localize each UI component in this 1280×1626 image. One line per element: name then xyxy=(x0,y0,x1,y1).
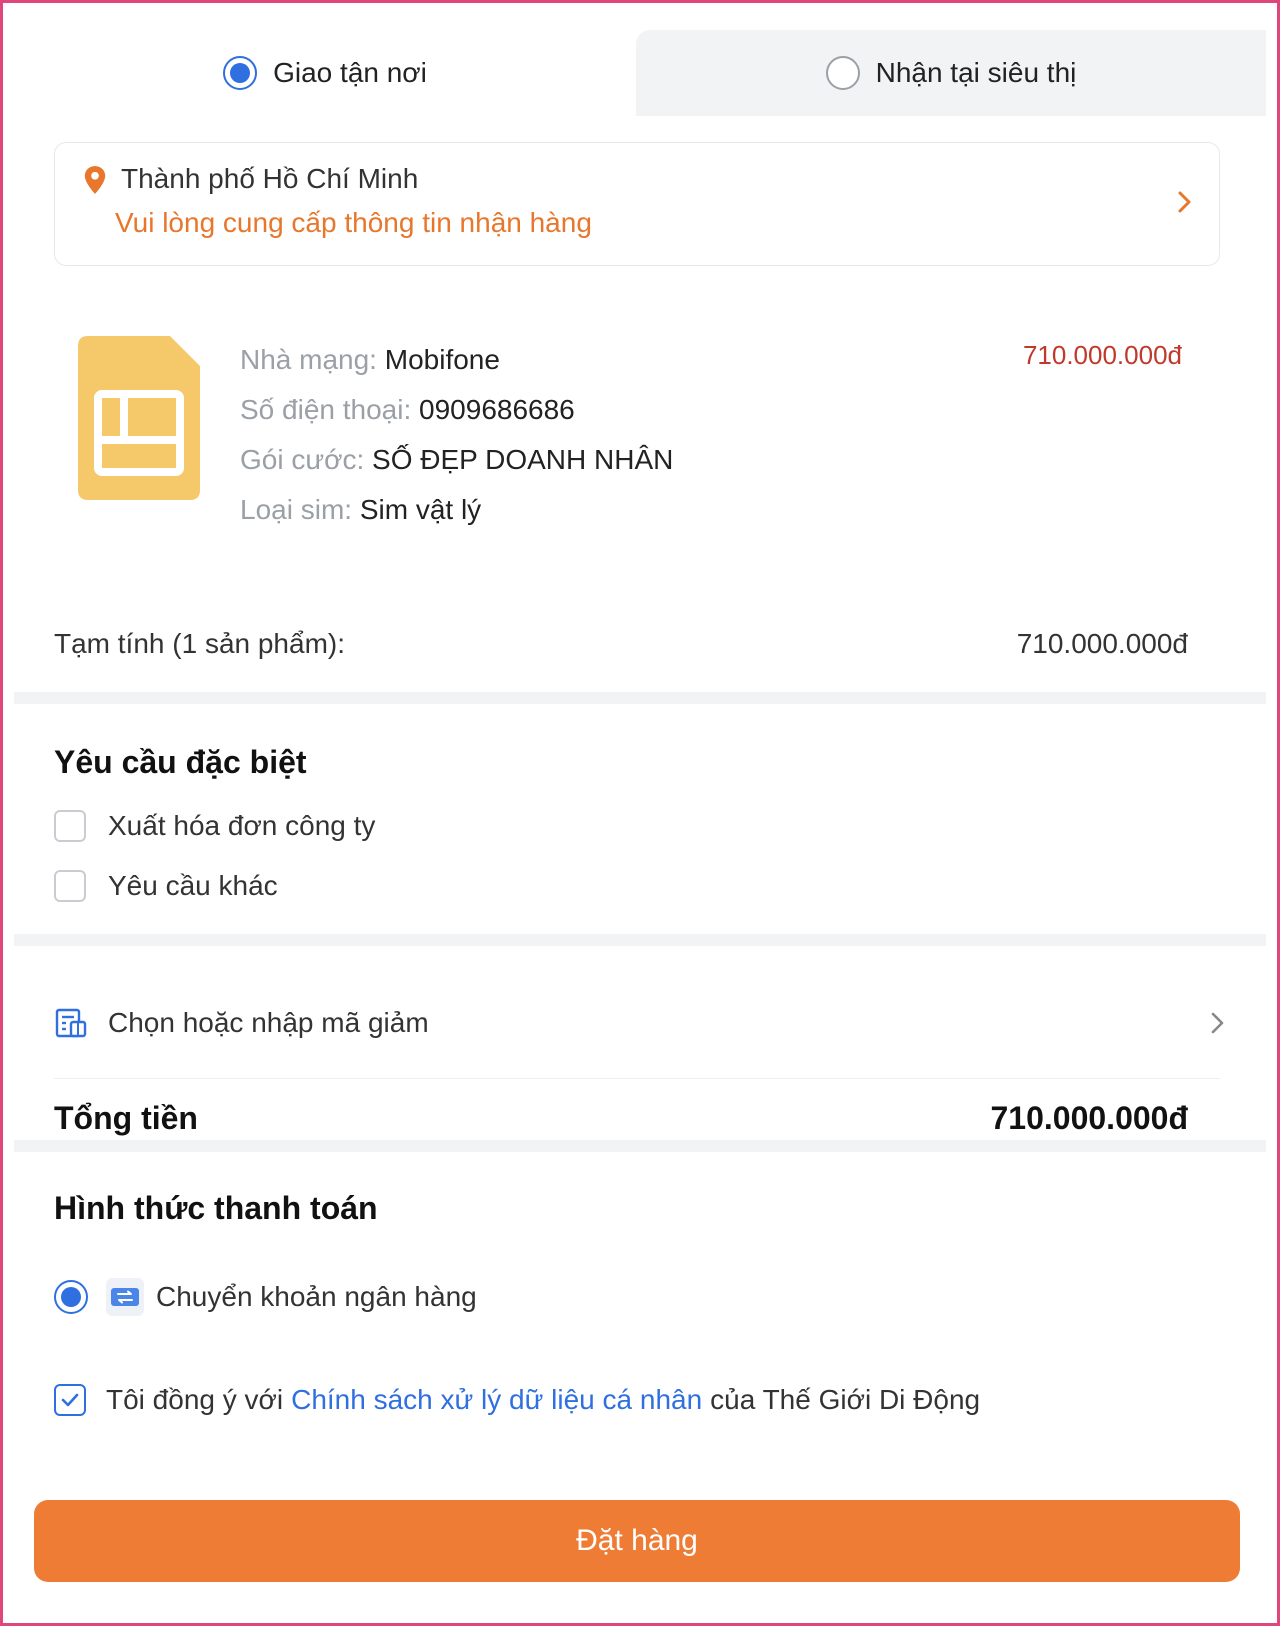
agreement-checkbox[interactable] xyxy=(54,1384,86,1416)
product-sim-type-label: Loại sim: xyxy=(240,494,353,525)
agreement-suffix: của Thế Giới Di Động xyxy=(710,1384,981,1415)
payment-title: Hình thức thanh toán xyxy=(54,1190,378,1226)
product-plan-label: Gói cước: xyxy=(240,444,365,475)
tab-store-pickup-label: Nhận tại siêu thị xyxy=(875,57,1077,88)
tab-store-pickup[interactable]: Nhận tại siêu thị xyxy=(636,30,1266,116)
product-phone-label: Số điện thoại: xyxy=(240,394,412,425)
product-sim-type-value: Sim vật lý xyxy=(359,494,482,525)
checkmark-icon xyxy=(61,1393,79,1407)
tab-home-delivery[interactable]: Giao tận nơi xyxy=(14,30,636,116)
invoice-option[interactable]: Xuất hóa đơn công ty xyxy=(54,810,375,842)
bank-transfer-icon xyxy=(106,1278,144,1316)
address-warning: Vui lòng cung cấp thông tin nhận hàng xyxy=(115,207,592,238)
product-plan-value: SỐ ĐẸP DOANH NHÂN xyxy=(372,444,674,475)
voucher-selector[interactable]: Chọn hoặc nhập mã giảm xyxy=(54,988,1226,1058)
product-network-label: Nhà mạng: xyxy=(240,344,377,375)
voucher-icon xyxy=(55,1008,87,1038)
chevron-right-icon xyxy=(1178,191,1191,213)
product-sim-type-line: Loại sim: Sim vật lý xyxy=(240,494,481,526)
place-order-button[interactable]: Đặt hàng xyxy=(34,1500,1240,1582)
product-plan-line: Gói cước: SỐ ĐẸP DOANH NHÂN xyxy=(240,444,673,476)
invoice-checkbox[interactable] xyxy=(54,810,86,842)
product-phone-line: Số điện thoại: 0909686686 xyxy=(240,394,575,426)
location-pin-icon xyxy=(84,166,106,194)
product-price: 710.000.000đ xyxy=(1022,340,1182,370)
total-label: Tổng tiền xyxy=(54,1100,198,1136)
sim-card-icon xyxy=(78,336,200,500)
privacy-agreement: Tôi đồng ý với Chính sách xử lý dữ liệu … xyxy=(54,1384,980,1416)
invoice-option-label: Xuất hóa đơn công ty xyxy=(108,810,376,841)
address-selector[interactable]: Thành phố Hồ Chí Minh Vui lòng cung cấp … xyxy=(54,142,1220,266)
tab-home-delivery-label: Giao tận nơi xyxy=(273,57,427,88)
product-network-value: Mobifone xyxy=(384,344,500,375)
other-request-checkbox[interactable] xyxy=(54,870,86,902)
special-requests-title: Yêu cầu đặc biệt xyxy=(54,744,307,780)
address-city: Thành phố Hồ Chí Minh xyxy=(121,163,419,194)
privacy-policy-link[interactable]: Chính sách xử lý dữ liệu cá nhân xyxy=(291,1384,702,1416)
store-pickup-radio[interactable] xyxy=(825,56,860,90)
bank-transfer-radio[interactable] xyxy=(54,1280,88,1314)
section-divider xyxy=(14,934,1266,946)
section-divider xyxy=(14,1140,1266,1152)
delivery-tabs: Giao tận nơi Nhận tại siêu thị xyxy=(14,30,1266,116)
home-delivery-radio[interactable] xyxy=(223,56,258,90)
voucher-label: Chọn hoặc nhập mã giảm xyxy=(108,1007,429,1038)
voucher-separator xyxy=(54,1078,1220,1079)
total-value: 710.000.000đ xyxy=(990,1100,1189,1136)
product-network-line: Nhà mạng: Mobifone xyxy=(240,344,500,376)
payment-method-bank-transfer[interactable]: Chuyển khoản ngân hàng xyxy=(54,1278,477,1316)
subtotal-value: 710.000.000đ xyxy=(1016,628,1188,659)
bank-transfer-label: Chuyển khoản ngân hàng xyxy=(156,1281,477,1312)
checkout-panel: Giao tận nơi Nhận tại siêu thị Thành phố… xyxy=(14,30,1266,1590)
chevron-right-icon xyxy=(1211,1012,1224,1034)
section-divider xyxy=(14,692,1266,704)
subtotal-label: Tạm tính (1 sản phẩm): xyxy=(54,628,346,659)
other-request-option[interactable]: Yêu cầu khác xyxy=(54,870,278,902)
product-phone-value: 0909686686 xyxy=(419,394,575,425)
other-request-label: Yêu cầu khác xyxy=(108,870,278,901)
agreement-prefix: Tôi đồng ý với xyxy=(106,1384,284,1415)
